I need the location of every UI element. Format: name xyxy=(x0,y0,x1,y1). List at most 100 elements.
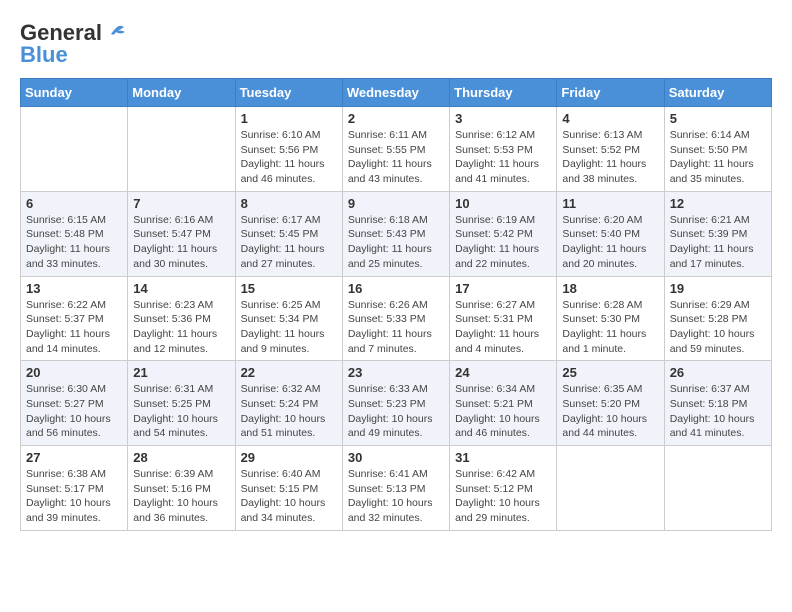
cell-info: Sunrise: 6:33 AMSunset: 5:23 PMDaylight:… xyxy=(348,382,444,441)
day-number: 19 xyxy=(670,281,766,296)
day-number: 16 xyxy=(348,281,444,296)
logo-blue: Blue xyxy=(20,42,68,68)
calendar-week-row: 27 Sunrise: 6:38 AMSunset: 5:17 PMDayligh… xyxy=(21,446,772,531)
day-number: 11 xyxy=(562,196,658,211)
day-number: 20 xyxy=(26,365,122,380)
cell-info: Sunrise: 6:22 AMSunset: 5:37 PMDaylight:… xyxy=(26,298,122,357)
day-number: 13 xyxy=(26,281,122,296)
calendar-cell: 12 Sunrise: 6:21 AMSunset: 5:39 PMDayligh… xyxy=(664,191,771,276)
day-header-sunday: Sunday xyxy=(21,79,128,107)
page-header: General Blue xyxy=(20,20,772,68)
day-number: 5 xyxy=(670,111,766,126)
day-header-tuesday: Tuesday xyxy=(235,79,342,107)
cell-info: Sunrise: 6:27 AMSunset: 5:31 PMDaylight:… xyxy=(455,298,551,357)
day-number: 6 xyxy=(26,196,122,211)
calendar-cell: 21 Sunrise: 6:31 AMSunset: 5:25 PMDayligh… xyxy=(128,361,235,446)
day-number: 25 xyxy=(562,365,658,380)
calendar-cell: 15 Sunrise: 6:25 AMSunset: 5:34 PMDayligh… xyxy=(235,276,342,361)
day-number: 9 xyxy=(348,196,444,211)
cell-info: Sunrise: 6:42 AMSunset: 5:12 PMDaylight:… xyxy=(455,467,551,526)
calendar-week-row: 1 Sunrise: 6:10 AMSunset: 5:56 PMDaylight… xyxy=(21,107,772,192)
day-number: 27 xyxy=(26,450,122,465)
day-number: 2 xyxy=(348,111,444,126)
calendar-cell xyxy=(557,446,664,531)
calendar-cell: 24 Sunrise: 6:34 AMSunset: 5:21 PMDayligh… xyxy=(450,361,557,446)
cell-info: Sunrise: 6:39 AMSunset: 5:16 PMDaylight:… xyxy=(133,467,229,526)
calendar-cell: 7 Sunrise: 6:16 AMSunset: 5:47 PMDaylight… xyxy=(128,191,235,276)
day-number: 23 xyxy=(348,365,444,380)
day-number: 21 xyxy=(133,365,229,380)
calendar-cell: 25 Sunrise: 6:35 AMSunset: 5:20 PMDayligh… xyxy=(557,361,664,446)
calendar-cell xyxy=(21,107,128,192)
calendar-cell: 26Sunrise: 6:37 AMSunset: 5:18 PMDayligh… xyxy=(664,361,771,446)
cell-info: Sunrise: 6:16 AMSunset: 5:47 PMDaylight:… xyxy=(133,213,229,272)
day-number: 28 xyxy=(133,450,229,465)
cell-info: Sunrise: 6:13 AMSunset: 5:52 PMDaylight:… xyxy=(562,128,658,187)
logo-bird-icon xyxy=(106,22,128,44)
cell-info: Sunrise: 6:41 AMSunset: 5:13 PMDaylight:… xyxy=(348,467,444,526)
calendar-cell: 17 Sunrise: 6:27 AMSunset: 5:31 PMDayligh… xyxy=(450,276,557,361)
cell-info: Sunrise: 6:10 AMSunset: 5:56 PMDaylight:… xyxy=(241,128,337,187)
day-number: 12 xyxy=(670,196,766,211)
calendar-cell: 20 Sunrise: 6:30 AMSunset: 5:27 PMDayligh… xyxy=(21,361,128,446)
day-number: 1 xyxy=(241,111,337,126)
calendar-cell: 10Sunrise: 6:19 AMSunset: 5:42 PMDayligh… xyxy=(450,191,557,276)
day-number: 15 xyxy=(241,281,337,296)
calendar-week-row: 13 Sunrise: 6:22 AMSunset: 5:37 PMDayligh… xyxy=(21,276,772,361)
day-number: 29 xyxy=(241,450,337,465)
day-header-friday: Friday xyxy=(557,79,664,107)
calendar-cell: 1 Sunrise: 6:10 AMSunset: 5:56 PMDaylight… xyxy=(235,107,342,192)
calendar-cell: 30 Sunrise: 6:41 AMSunset: 5:13 PMDayligh… xyxy=(342,446,449,531)
calendar-table: SundayMondayTuesdayWednesdayThursdayFrid… xyxy=(20,78,772,531)
calendar-cell: 22 Sunrise: 6:32 AMSunset: 5:24 PMDayligh… xyxy=(235,361,342,446)
calendar-cell: 16 Sunrise: 6:26 AMSunset: 5:33 PMDayligh… xyxy=(342,276,449,361)
day-number: 22 xyxy=(241,365,337,380)
calendar-cell: 31Sunrise: 6:42 AMSunset: 5:12 PMDayligh… xyxy=(450,446,557,531)
cell-info: Sunrise: 6:30 AMSunset: 5:27 PMDaylight:… xyxy=(26,382,122,441)
cell-info: Sunrise: 6:31 AMSunset: 5:25 PMDaylight:… xyxy=(133,382,229,441)
calendar-cell: 2 Sunrise: 6:11 AMSunset: 5:55 PMDaylight… xyxy=(342,107,449,192)
calendar-cell: 9Sunrise: 6:18 AMSunset: 5:43 PMDaylight… xyxy=(342,191,449,276)
calendar-cell: 27 Sunrise: 6:38 AMSunset: 5:17 PMDayligh… xyxy=(21,446,128,531)
cell-info: Sunrise: 6:23 AMSunset: 5:36 PMDaylight:… xyxy=(133,298,229,357)
day-number: 30 xyxy=(348,450,444,465)
day-header-thursday: Thursday xyxy=(450,79,557,107)
day-number: 26 xyxy=(670,365,766,380)
cell-info: Sunrise: 6:17 AMSunset: 5:45 PMDaylight:… xyxy=(241,213,337,272)
cell-info: Sunrise: 6:15 AMSunset: 5:48 PMDaylight:… xyxy=(26,213,122,272)
day-number: 14 xyxy=(133,281,229,296)
cell-info: Sunrise: 6:25 AMSunset: 5:34 PMDaylight:… xyxy=(241,298,337,357)
calendar-cell xyxy=(128,107,235,192)
calendar-cell xyxy=(664,446,771,531)
day-number: 18 xyxy=(562,281,658,296)
calendar-cell: 28 Sunrise: 6:39 AMSunset: 5:16 PMDayligh… xyxy=(128,446,235,531)
cell-info: Sunrise: 6:21 AMSunset: 5:39 PMDaylight:… xyxy=(670,213,766,272)
calendar-cell: 3Sunrise: 6:12 AMSunset: 5:53 PMDaylight… xyxy=(450,107,557,192)
day-number: 24 xyxy=(455,365,551,380)
day-number: 7 xyxy=(133,196,229,211)
calendar-cell: 19Sunrise: 6:29 AMSunset: 5:28 PMDayligh… xyxy=(664,276,771,361)
calendar-cell: 23 Sunrise: 6:33 AMSunset: 5:23 PMDayligh… xyxy=(342,361,449,446)
cell-info: Sunrise: 6:34 AMSunset: 5:21 PMDaylight:… xyxy=(455,382,551,441)
day-header-wednesday: Wednesday xyxy=(342,79,449,107)
calendar-header-row: SundayMondayTuesdayWednesdayThursdayFrid… xyxy=(21,79,772,107)
calendar-cell: 4Sunrise: 6:13 AMSunset: 5:52 PMDaylight… xyxy=(557,107,664,192)
cell-info: Sunrise: 6:20 AMSunset: 5:40 PMDaylight:… xyxy=(562,213,658,272)
cell-info: Sunrise: 6:26 AMSunset: 5:33 PMDaylight:… xyxy=(348,298,444,357)
day-header-monday: Monday xyxy=(128,79,235,107)
calendar-cell: 14 Sunrise: 6:23 AMSunset: 5:36 PMDayligh… xyxy=(128,276,235,361)
cell-info: Sunrise: 6:32 AMSunset: 5:24 PMDaylight:… xyxy=(241,382,337,441)
cell-info: Sunrise: 6:11 AMSunset: 5:55 PMDaylight:… xyxy=(348,128,444,187)
cell-info: Sunrise: 6:28 AMSunset: 5:30 PMDaylight:… xyxy=(562,298,658,357)
calendar-week-row: 20 Sunrise: 6:30 AMSunset: 5:27 PMDayligh… xyxy=(21,361,772,446)
calendar-cell: 8 Sunrise: 6:17 AMSunset: 5:45 PMDaylight… xyxy=(235,191,342,276)
calendar-cell: 6 Sunrise: 6:15 AMSunset: 5:48 PMDaylight… xyxy=(21,191,128,276)
day-number: 3 xyxy=(455,111,551,126)
cell-info: Sunrise: 6:35 AMSunset: 5:20 PMDaylight:… xyxy=(562,382,658,441)
cell-info: Sunrise: 6:14 AMSunset: 5:50 PMDaylight:… xyxy=(670,128,766,187)
day-number: 17 xyxy=(455,281,551,296)
cell-info: Sunrise: 6:38 AMSunset: 5:17 PMDaylight:… xyxy=(26,467,122,526)
day-number: 8 xyxy=(241,196,337,211)
day-number: 10 xyxy=(455,196,551,211)
calendar-cell: 29Sunrise: 6:40 AMSunset: 5:15 PMDayligh… xyxy=(235,446,342,531)
